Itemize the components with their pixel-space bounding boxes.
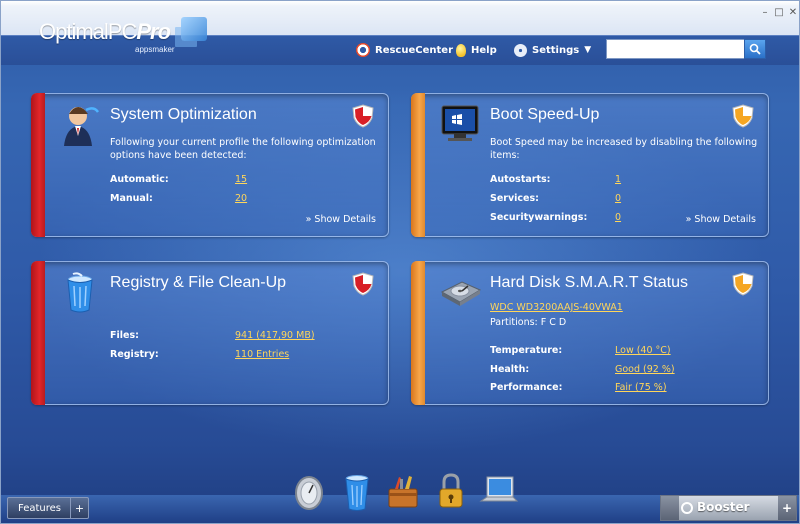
- recycle-bin-icon: [67, 272, 93, 313]
- manual-label: Manual:: [110, 193, 153, 204]
- boot-speedup-panel: Boot Speed-Up Boot Speed may be increase…: [411, 93, 769, 237]
- close-button[interactable]: ✕: [787, 8, 799, 18]
- performance-label: Performance:: [490, 382, 563, 393]
- lifebuoy-icon: [356, 43, 370, 57]
- services-label: Services:: [490, 193, 539, 204]
- maximize-button[interactable]: □: [773, 8, 785, 18]
- booster-label: Booster: [697, 500, 750, 514]
- panel-stripe: [411, 93, 425, 237]
- logo-bold-text: Pro: [136, 19, 171, 44]
- rescuecenter-label: RescueCenter: [375, 44, 453, 56]
- search-button[interactable]: [744, 39, 766, 59]
- monitor-boot-icon: [441, 105, 479, 141]
- health-value-link[interactable]: Good (92 %): [615, 364, 675, 375]
- features-label: Features: [18, 502, 61, 514]
- power-icon: [681, 502, 693, 514]
- gear-icon: [514, 43, 527, 57]
- user-support-icon: [64, 107, 100, 146]
- panel-title: Hard Disk S.M.A.R.T Status: [490, 274, 688, 291]
- toolbox-icon[interactable]: [385, 471, 421, 513]
- panel-stripe: [31, 261, 45, 405]
- hard-disk-status-panel: Hard Disk S.M.A.R.T Status WDC WD3200AAJ…: [411, 261, 769, 405]
- chevron-down-icon: ▼: [584, 45, 592, 55]
- logo-subtitle: appsmaker: [135, 45, 175, 54]
- help-label: Help: [471, 44, 497, 56]
- files-label: Files:: [110, 330, 139, 341]
- registry-label: Registry:: [110, 349, 159, 360]
- panel-title: System Optimization: [110, 106, 257, 123]
- booster-button[interactable]: Booster +: [660, 495, 797, 521]
- booster-grip: [661, 496, 679, 520]
- show-details-link[interactable]: » Show Details: [306, 214, 376, 225]
- booster-toggle-button[interactable]: +: [778, 496, 796, 520]
- features-button[interactable]: Features +: [7, 497, 89, 519]
- help-link[interactable]: Help: [456, 41, 497, 59]
- files-value-link[interactable]: 941 (417,90 MB): [235, 330, 315, 341]
- shield-icon: [352, 272, 374, 296]
- laptop-icon[interactable]: [479, 471, 519, 513]
- logo-main-text: OptimalPC: [39, 19, 137, 44]
- speedometer-icon[interactable]: [291, 471, 327, 513]
- show-details-link[interactable]: » Show Details: [686, 214, 756, 225]
- securitywarnings-value-link[interactable]: 0: [615, 212, 621, 223]
- logo-cube-icon: [181, 17, 207, 41]
- panel-description: Following your current profile the follo…: [110, 137, 376, 161]
- panel-description: Boot Speed may be increased by disabling…: [490, 137, 758, 161]
- settings-menu[interactable]: Settings ▼: [514, 41, 591, 59]
- manual-value-link[interactable]: 20: [235, 193, 247, 204]
- shield-icon: [732, 272, 754, 296]
- panel-stripe: [31, 93, 45, 237]
- app-logo: OptimalPCPro appsmaker: [39, 19, 175, 54]
- temperature-label: Temperature:: [490, 345, 563, 356]
- health-label: Health:: [490, 364, 530, 375]
- app-window: OptimalPCPro appsmaker – □ ✕ RescueCente…: [0, 0, 800, 524]
- settings-label: Settings: [532, 44, 580, 56]
- padlock-icon[interactable]: [433, 471, 469, 513]
- registry-cleanup-panel: Registry & File Clean-Up Files: 941 (417…: [31, 261, 389, 405]
- panel-stripe: [411, 261, 425, 405]
- performance-value-link[interactable]: Fair (75 %): [615, 382, 667, 393]
- temperature-value-link[interactable]: Low (40 °C): [615, 345, 671, 356]
- automatic-label: Automatic:: [110, 174, 169, 185]
- lightbulb-icon: [456, 43, 466, 57]
- rescuecenter-link[interactable]: RescueCenter: [356, 41, 453, 59]
- system-optimization-panel: System Optimization Following your curre…: [31, 93, 389, 237]
- shield-icon: [732, 104, 754, 128]
- partitions-text: Partitions: F C D: [490, 317, 567, 328]
- services-value-link[interactable]: 0: [615, 193, 621, 204]
- autostarts-value-link[interactable]: 1: [615, 174, 621, 185]
- search-box: [606, 39, 766, 59]
- hard-disk-icon: [440, 281, 482, 306]
- features-toggle-button[interactable]: +: [70, 498, 88, 518]
- automatic-value-link[interactable]: 15: [235, 174, 247, 185]
- securitywarnings-label: Securitywarnings:: [490, 212, 588, 223]
- trash-can-icon[interactable]: [339, 471, 375, 513]
- registry-value-link[interactable]: 110 Entries: [235, 349, 289, 360]
- search-icon: [749, 43, 761, 55]
- search-input[interactable]: [607, 40, 743, 58]
- panel-title: Registry & File Clean-Up: [110, 274, 287, 291]
- panel-title: Boot Speed-Up: [490, 106, 600, 123]
- autostarts-label: Autostarts:: [490, 174, 551, 185]
- drive-model-link[interactable]: WDC WD3200AAJS-40VWA1: [490, 302, 623, 313]
- minimize-button[interactable]: –: [759, 8, 771, 18]
- shield-icon: [352, 104, 374, 128]
